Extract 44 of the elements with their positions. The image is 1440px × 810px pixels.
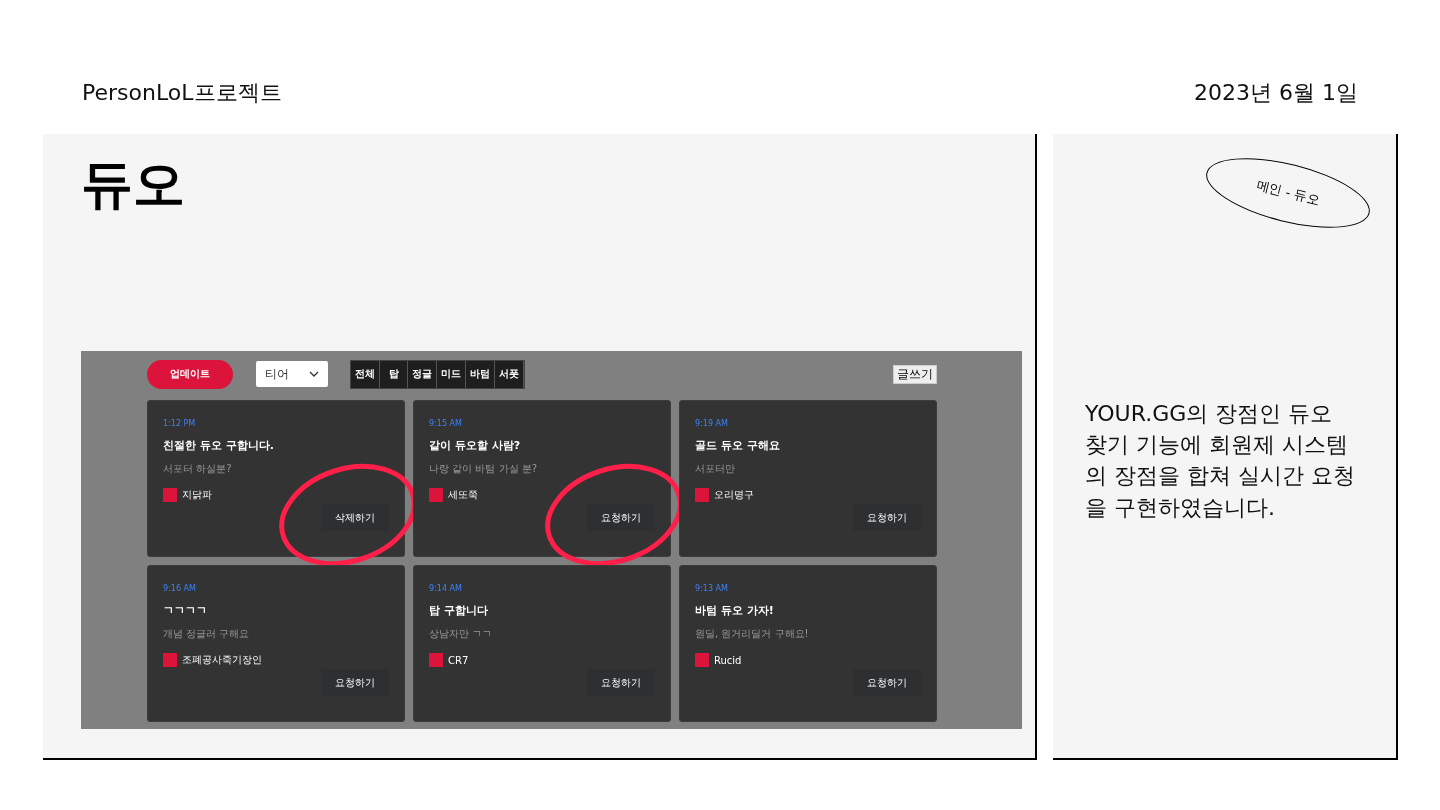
action-button[interactable]: 요청하기 bbox=[587, 504, 655, 531]
post-time: 9:13 AM bbox=[695, 584, 728, 593]
update-button[interactable]: 업데이트 bbox=[147, 359, 233, 389]
action-button[interactable]: 요청하기 bbox=[321, 669, 389, 696]
tier-select[interactable]: 티어 bbox=[256, 361, 328, 387]
user-avatar-icon bbox=[429, 488, 443, 502]
user-name: 지닭파 bbox=[182, 488, 212, 502]
post-description: 서포터 하실분? bbox=[163, 462, 232, 476]
post-title: 친절한 듀오 구합니다. bbox=[163, 438, 274, 453]
user-name: 조폐공사죽기장인 bbox=[182, 653, 262, 667]
action-button[interactable]: 요청하기 bbox=[853, 669, 921, 696]
user-avatar-icon bbox=[695, 653, 709, 667]
post-title: 탑 구합니다 bbox=[429, 603, 488, 618]
post-title: ㄱㄱㄱㄱ bbox=[163, 603, 207, 618]
post-title: 같이 듀오할 사람? bbox=[429, 438, 521, 453]
post-title: 골드 듀오 구해요 bbox=[695, 438, 780, 453]
date-text: 2023년 6월 1일 bbox=[1194, 79, 1358, 107]
post-time: 1:12 PM bbox=[163, 419, 196, 428]
user-name: Rucid bbox=[714, 654, 742, 666]
write-button[interactable]: 글쓰기 bbox=[893, 364, 937, 384]
action-button[interactable]: 요청하기 bbox=[853, 504, 921, 531]
post-description: 개념 정글러 구해요 bbox=[163, 627, 250, 641]
action-button[interactable]: 삭제하기 bbox=[321, 504, 389, 531]
post-title: 바텀 듀오 가자! bbox=[695, 603, 774, 618]
post-time: 9:19 AM bbox=[695, 419, 728, 428]
user-avatar-icon bbox=[163, 653, 177, 667]
post-time: 9:16 AM bbox=[163, 584, 196, 593]
description-text: YOUR.GG의 장점인 듀오 찾기 기능에 회원제 시스템의 장점을 합쳐 실시간 요청을 구현하였습니다. bbox=[1085, 400, 1356, 522]
chevron-down-icon bbox=[309, 371, 319, 377]
page-title: 듀오 bbox=[81, 153, 186, 216]
user-name: 세또쭉 bbox=[448, 488, 478, 502]
post-time: 9:15 AM bbox=[429, 419, 462, 428]
project-name: PersonLoL프로젝트 bbox=[82, 79, 282, 107]
user-name: 오리명구 bbox=[714, 488, 754, 502]
action-button[interactable]: 요청하기 bbox=[587, 669, 655, 696]
post-description: 원딜, 원거리딜거 구해요! bbox=[695, 627, 809, 641]
post-description: 나랑 같이 바텀 가실 분? bbox=[429, 462, 538, 476]
user-avatar-icon bbox=[429, 653, 443, 667]
post-time: 9:14 AM bbox=[429, 584, 462, 593]
post-description: 서포터만 bbox=[695, 462, 735, 476]
user-avatar-icon bbox=[163, 488, 177, 502]
user-avatar-icon bbox=[695, 488, 709, 502]
user-name: CR7 bbox=[448, 654, 469, 666]
post-description: 상남자만 ㄱㄱ bbox=[429, 627, 493, 641]
